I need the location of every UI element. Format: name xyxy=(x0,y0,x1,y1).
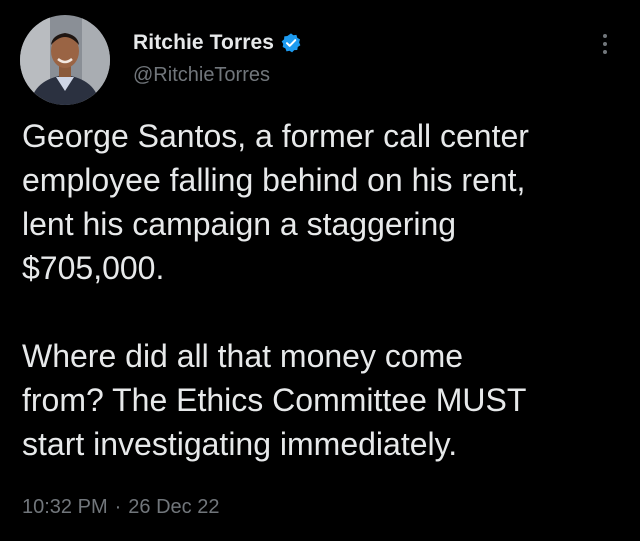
tweet-line: from? The Ethics Committee MUST xyxy=(22,382,527,418)
tweet-line: employee falling behind on his rent, xyxy=(22,162,526,198)
tweet-line: George Santos, a former call center xyxy=(22,118,529,154)
more-dot xyxy=(603,50,607,54)
tweet-line: $705,000. xyxy=(22,250,165,286)
tweet-time[interactable]: 10:32 PM xyxy=(22,496,108,519)
tweet-timestamp: 10:32 PM · 26 Dec 22 xyxy=(22,496,219,519)
tweet: Ritchie Torres @RitchieTorres George San… xyxy=(0,0,640,541)
tweet-line: start investigating immediately. xyxy=(22,426,458,462)
tweet-line: Where did all that money come xyxy=(22,338,464,374)
author-name-row: Ritchie Torres xyxy=(133,30,302,56)
avatar[interactable] xyxy=(20,15,110,105)
avatar-image xyxy=(20,15,110,105)
more-options-icon[interactable] xyxy=(596,30,614,58)
author-display-name[interactable]: Ritchie Torres xyxy=(133,31,274,55)
verified-badge-icon xyxy=(280,32,302,54)
tweet-line: lent his campaign a staggering xyxy=(22,206,457,242)
author-handle[interactable]: @RitchieTorres xyxy=(133,64,270,87)
tweet-date[interactable]: 26 Dec 22 xyxy=(128,496,219,519)
tweet-text: George Santos, a former call center empl… xyxy=(22,114,622,466)
timestamp-separator: · xyxy=(114,496,122,518)
more-dot xyxy=(603,34,607,38)
more-dot xyxy=(603,42,607,46)
